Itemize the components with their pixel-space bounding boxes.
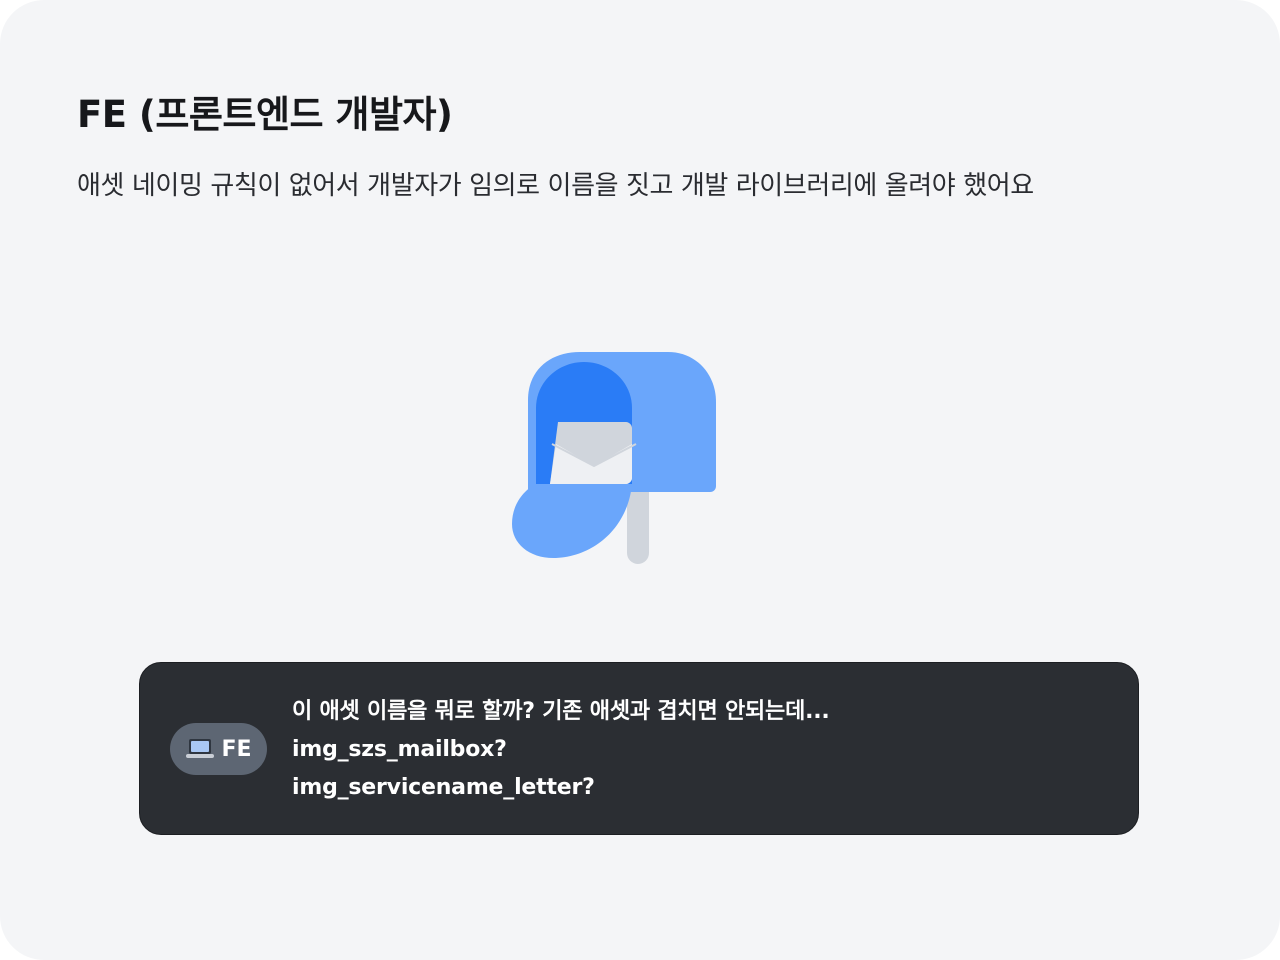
page-description: 애셋 네이밍 규칙이 없어서 개발자가 임의로 이름을 짓고 개발 라이브러리에…: [77, 171, 1034, 201]
message-line: img_servicename_letter?: [292, 775, 595, 800]
mailbox-illustration: [500, 340, 740, 580]
content-card: FE (프론트엔드 개발자) 애셋 네이밍 규칙이 없어서 개발자가 임의로 이…: [0, 0, 1280, 960]
message-line: img_szs_mailbox?: [292, 737, 507, 762]
message-line: 이 애셋 이름을 뭐로 할까? 기존 애셋과 겹치면 안되는데...: [292, 699, 830, 724]
fe-badge: FE: [170, 723, 267, 775]
envelope-icon: [550, 422, 637, 484]
developer-message-box: FE 이 애셋 이름을 뭐로 할까? 기존 애셋과 겹치면 안되는데... im…: [139, 662, 1139, 835]
mailbox-icon: [512, 352, 716, 564]
page-title: FE (프론트엔드 개발자): [77, 93, 453, 136]
message-lines: 이 애셋 이름을 뭐로 할까? 기존 애셋과 겹치면 안되는데... img_s…: [292, 696, 830, 804]
laptop-icon: [185, 737, 215, 761]
mailbox-door: [512, 484, 632, 559]
fe-badge-label: FE: [221, 736, 252, 762]
